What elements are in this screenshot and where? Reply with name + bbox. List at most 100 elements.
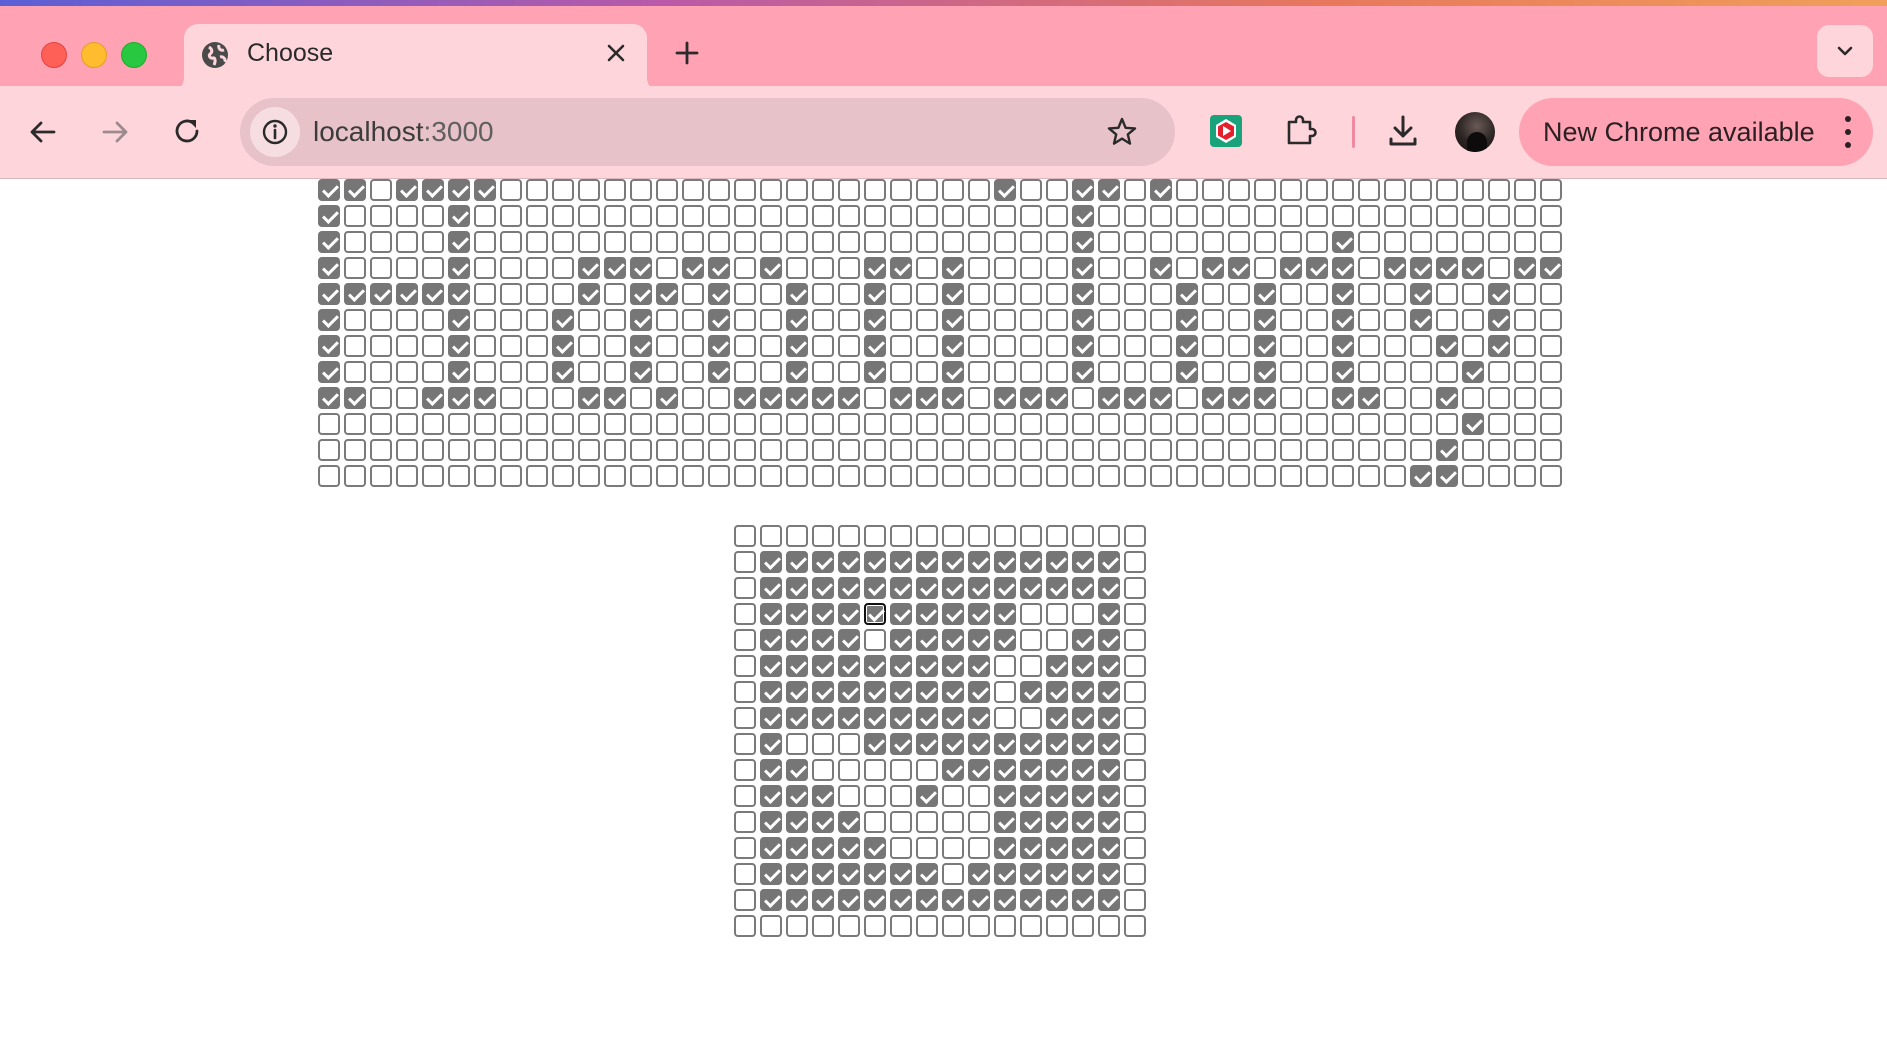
checkbox[interactable] (786, 551, 808, 573)
checkbox[interactable] (578, 413, 600, 435)
checkbox[interactable] (786, 863, 808, 885)
checkbox[interactable] (994, 707, 1016, 729)
checkbox[interactable] (344, 283, 366, 305)
checkbox[interactable] (1514, 361, 1536, 383)
checkbox[interactable] (1228, 309, 1250, 331)
checkbox[interactable] (1072, 465, 1094, 487)
checkbox[interactable] (1098, 551, 1120, 573)
checkbox[interactable] (1332, 179, 1354, 201)
checkbox[interactable] (1124, 785, 1146, 807)
checkbox[interactable] (734, 413, 756, 435)
checkbox[interactable] (786, 629, 808, 651)
checkbox[interactable] (864, 837, 886, 859)
checkbox[interactable] (370, 387, 392, 409)
checkbox[interactable] (994, 525, 1016, 547)
checkbox[interactable] (1124, 387, 1146, 409)
checkbox[interactable] (1410, 231, 1432, 253)
checkbox[interactable] (1098, 811, 1120, 833)
checkbox[interactable] (1202, 179, 1224, 201)
checkbox[interactable] (994, 915, 1016, 937)
checkbox[interactable] (864, 889, 886, 911)
checkbox[interactable] (864, 257, 886, 279)
checkbox[interactable] (994, 889, 1016, 911)
checkbox[interactable] (812, 551, 834, 573)
checkbox[interactable] (864, 387, 886, 409)
tab-choose[interactable]: Choose (170, 24, 661, 92)
checkbox[interactable] (318, 413, 340, 435)
checkbox[interactable] (1436, 387, 1458, 409)
checkbox[interactable] (916, 837, 938, 859)
checkbox[interactable] (344, 439, 366, 461)
checkbox[interactable] (1020, 335, 1042, 357)
checkbox[interactable] (1254, 361, 1276, 383)
checkbox[interactable] (630, 465, 652, 487)
checkbox[interactable] (812, 837, 834, 859)
checkbox[interactable] (838, 465, 860, 487)
checkbox[interactable] (1046, 413, 1068, 435)
checkbox[interactable] (604, 465, 626, 487)
checkbox[interactable] (760, 551, 782, 573)
checkbox[interactable] (448, 231, 470, 253)
checkbox[interactable] (604, 179, 626, 201)
checkbox[interactable] (760, 231, 782, 253)
checkbox[interactable] (864, 309, 886, 331)
checkbox[interactable] (1462, 257, 1484, 279)
checkbox[interactable] (1176, 283, 1198, 305)
checkbox[interactable] (578, 231, 600, 253)
checkbox[interactable] (1358, 439, 1380, 461)
checkbox[interactable] (1254, 309, 1276, 331)
checkbox[interactable] (396, 387, 418, 409)
checkbox[interactable] (968, 577, 990, 599)
checkbox[interactable] (1488, 413, 1510, 435)
checkbox[interactable] (1072, 681, 1094, 703)
checkbox[interactable] (1488, 309, 1510, 331)
checkbox[interactable] (318, 465, 340, 487)
checkbox[interactable] (1072, 231, 1094, 253)
checkbox[interactable] (526, 335, 548, 357)
checkbox[interactable] (656, 283, 678, 305)
checkbox[interactable] (396, 361, 418, 383)
checkbox[interactable] (838, 413, 860, 435)
checkbox[interactable] (1332, 257, 1354, 279)
checkbox[interactable] (734, 655, 756, 677)
checkbox[interactable] (318, 387, 340, 409)
checkbox[interactable] (994, 733, 1016, 755)
checkbox[interactable] (734, 309, 756, 331)
checkbox[interactable] (760, 335, 782, 357)
checkbox[interactable] (864, 179, 886, 201)
checkbox[interactable] (942, 629, 964, 651)
checkbox[interactable] (1384, 205, 1406, 227)
checkbox[interactable] (604, 335, 626, 357)
checkbox[interactable] (1046, 629, 1068, 651)
checkbox[interactable] (1280, 283, 1302, 305)
checkbox[interactable] (1150, 283, 1172, 305)
checkbox[interactable] (786, 439, 808, 461)
checkbox[interactable] (786, 733, 808, 755)
checkbox[interactable] (1124, 733, 1146, 755)
checkbox[interactable] (604, 257, 626, 279)
checkbox[interactable] (474, 231, 496, 253)
checkbox[interactable] (1280, 231, 1302, 253)
checkbox[interactable] (994, 387, 1016, 409)
checkbox[interactable] (1176, 257, 1198, 279)
checkbox[interactable] (1176, 335, 1198, 357)
checkbox[interactable] (838, 525, 860, 547)
checkbox[interactable] (578, 361, 600, 383)
checkbox[interactable] (1046, 231, 1068, 253)
checkbox[interactable] (474, 439, 496, 461)
checkbox[interactable] (994, 309, 1016, 331)
checkbox[interactable] (1176, 179, 1198, 201)
checkbox[interactable] (1098, 439, 1120, 461)
puzzle-icon[interactable] (1283, 112, 1319, 148)
checkbox[interactable] (916, 413, 938, 435)
checkbox[interactable] (552, 387, 574, 409)
checkbox[interactable] (526, 439, 548, 461)
checkbox[interactable] (344, 179, 366, 201)
checkbox[interactable] (734, 915, 756, 937)
checkbox[interactable] (968, 915, 990, 937)
checkbox[interactable] (812, 179, 834, 201)
checkbox[interactable] (1488, 205, 1510, 227)
checkbox[interactable] (864, 413, 886, 435)
checkbox[interactable] (838, 257, 860, 279)
checkbox[interactable] (1202, 205, 1224, 227)
